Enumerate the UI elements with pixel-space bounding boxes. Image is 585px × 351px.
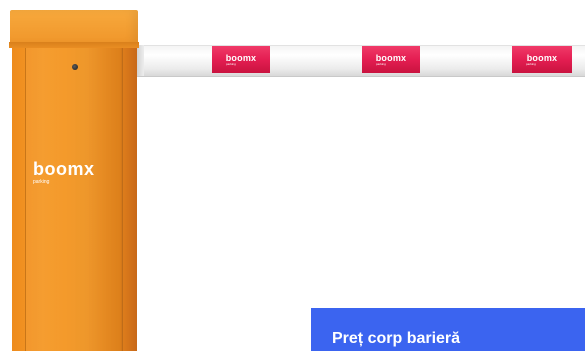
product-image: boomx parking boomx parking boomx parkin… — [0, 0, 585, 351]
cabinet-logo: boomx parking — [33, 160, 95, 185]
cabinet-logo-text: boomx — [33, 159, 95, 179]
arm-logo-band: boomx parking — [512, 46, 572, 73]
cabinet-top — [10, 10, 138, 44]
cabinet-lid-edge — [9, 42, 139, 48]
cabinet-door — [25, 48, 123, 351]
arm-logo-text: boomx — [375, 53, 407, 63]
arm-logo-band: boomx parking — [362, 46, 420, 73]
arm-logo-subtext: parking — [226, 62, 236, 66]
keyhole-icon — [72, 64, 78, 70]
price-banner-title: Preț corp barieră — [332, 330, 461, 347]
arm-logo-text: boomx — [526, 53, 558, 63]
cabinet-side-panel — [121, 47, 137, 351]
barrier-arm-mount — [136, 45, 144, 76]
price-banner[interactable]: Preț corp barieră — [311, 308, 585, 351]
arm-logo-band: boomx parking — [212, 46, 270, 73]
arm-logo-subtext: parking — [526, 62, 536, 66]
cabinet-logo-subtext: parking — [33, 179, 50, 185]
arm-logo-text: boomx — [225, 53, 257, 63]
arm-logo-subtext: parking — [376, 62, 386, 66]
